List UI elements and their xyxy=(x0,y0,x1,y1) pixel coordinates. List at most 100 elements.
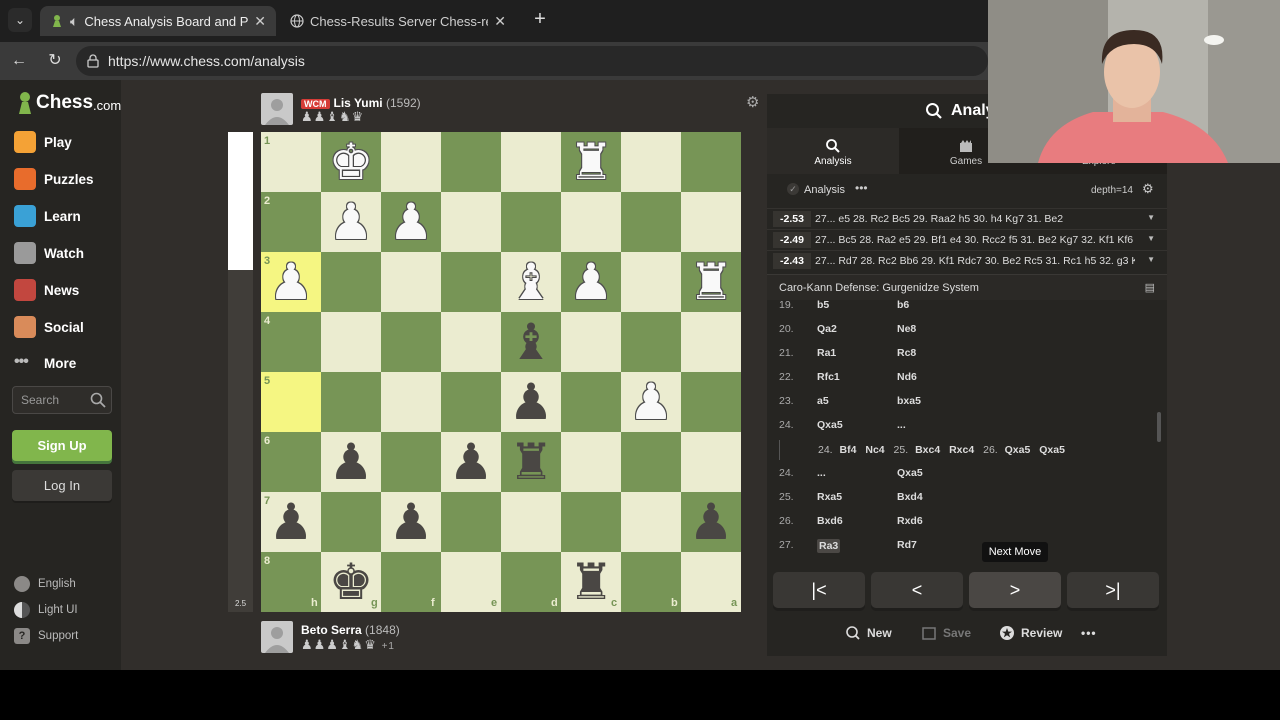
square-f4[interactable] xyxy=(381,312,441,372)
reload-icon[interactable]: ↻ xyxy=(44,50,66,72)
black-pawn-piece[interactable]: ♟ xyxy=(501,372,561,432)
black-bishop-piece[interactable]: ♝ xyxy=(501,312,561,372)
nav-more[interactable]: ••• More xyxy=(14,350,76,376)
white-pawn-piece[interactable]: ♟ xyxy=(381,192,441,252)
engine-settings-gear-icon[interactable]: ⚙ xyxy=(1142,181,1154,197)
square-b1[interactable] xyxy=(621,132,681,192)
square-d7[interactable] xyxy=(501,492,561,552)
variation-move[interactable]: Rxc4 xyxy=(949,444,977,456)
player-name[interactable]: Lis Yumi xyxy=(334,96,383,110)
square-b7[interactable] xyxy=(621,492,681,552)
chesscom-logo[interactable]: Chess .com xyxy=(16,90,121,116)
white-move[interactable]: Qa2 xyxy=(817,323,837,335)
white-pawn-piece[interactable]: ♟ xyxy=(621,372,681,432)
close-tab-icon[interactable]: ✕ xyxy=(254,13,266,30)
variation-move[interactable]: Qxa5 xyxy=(1039,444,1065,456)
square-g5[interactable] xyxy=(321,372,381,432)
light-ui-toggle[interactable]: Light UI xyxy=(14,601,78,619)
square-f6[interactable] xyxy=(381,432,441,492)
square-b4[interactable] xyxy=(621,312,681,372)
square-d2[interactable] xyxy=(501,192,561,252)
black-pawn-piece[interactable]: ♟ xyxy=(261,492,321,552)
chevron-down-icon[interactable]: ▼ xyxy=(1147,213,1155,222)
black-move[interactable]: Rxd6 xyxy=(897,515,923,527)
back-icon[interactable]: ← xyxy=(8,50,30,72)
engine-line[interactable]: -2.49 27... Bc5 28. Ra2 e5 29. Bf1 e4 30.… xyxy=(767,229,1167,250)
square-e5[interactable] xyxy=(441,372,501,432)
chevron-down-icon[interactable]: ▼ xyxy=(1147,234,1155,243)
square-a1[interactable] xyxy=(681,132,741,192)
white-move[interactable]: b5 xyxy=(817,300,829,311)
new-button[interactable]: New xyxy=(845,624,892,642)
black-pawn-piece[interactable]: ♟ xyxy=(681,492,741,552)
black-move[interactable]: Rd7 xyxy=(897,539,917,551)
chevron-down-icon[interactable]: ▼ xyxy=(1147,255,1155,264)
url-field[interactable]: https://www.chess.com/analysis xyxy=(76,46,988,76)
engine-line[interactable]: -2.53 27... e5 28. Rc2 Bc5 29. Raa2 h5 30… xyxy=(767,208,1167,229)
square-c2[interactable] xyxy=(561,192,621,252)
tab-chess-results[interactable]: Chess-Results Server Chess-results ✕ xyxy=(280,6,516,36)
nav-play[interactable]: Play xyxy=(14,129,72,155)
avatar[interactable] xyxy=(261,93,293,125)
square-g7[interactable] xyxy=(321,492,381,552)
move-list-scrollbar[interactable] xyxy=(1157,412,1161,442)
sign-up-button[interactable]: Sign Up xyxy=(12,430,112,461)
white-pawn-piece[interactable]: ♟ xyxy=(321,192,381,252)
white-move[interactable]: a5 xyxy=(817,395,829,407)
new-tab-icon[interactable]: + xyxy=(528,8,552,32)
white-bishop-piece[interactable]: ♝ xyxy=(501,252,561,312)
engine-options-dots-icon[interactable]: ••• xyxy=(855,181,868,195)
black-move[interactable]: b6 xyxy=(897,300,909,311)
language-link[interactable]: English xyxy=(14,575,76,593)
opening-book-icon[interactable]: ▤ xyxy=(1145,275,1155,301)
black-move[interactable]: Nd6 xyxy=(897,371,917,383)
avatar[interactable] xyxy=(261,621,293,653)
square-d1[interactable] xyxy=(501,132,561,192)
square-c6[interactable] xyxy=(561,432,621,492)
black-rook-piece[interactable]: ♜ xyxy=(561,552,621,612)
player-name[interactable]: Beto Serra xyxy=(301,623,362,637)
white-pawn-piece[interactable]: ♟ xyxy=(561,252,621,312)
black-pawn-piece[interactable]: ♟ xyxy=(441,432,501,492)
first-move-button[interactable]: |< xyxy=(773,572,865,608)
black-move[interactable]: bxa5 xyxy=(897,395,921,407)
tab-chess-analysis[interactable]: 🔈︎ Chess Analysis Board and PGN ✕ xyxy=(40,6,276,36)
black-rook-piece[interactable]: ♜ xyxy=(501,432,561,492)
square-a6[interactable] xyxy=(681,432,741,492)
black-king-piece[interactable]: ♚ xyxy=(321,552,381,612)
previous-move-button[interactable]: < xyxy=(871,572,963,608)
square-e2[interactable] xyxy=(441,192,501,252)
white-pawn-piece[interactable]: ♟ xyxy=(261,252,321,312)
white-king-piece[interactable]: ♚ xyxy=(321,132,381,192)
white-move[interactable]: Bxd6 xyxy=(817,515,843,527)
square-e7[interactable] xyxy=(441,492,501,552)
nav-news[interactable]: News xyxy=(14,277,79,303)
square-e1[interactable] xyxy=(441,132,501,192)
square-g3[interactable] xyxy=(321,252,381,312)
square-a4[interactable] xyxy=(681,312,741,372)
square-c7[interactable] xyxy=(561,492,621,552)
black-move[interactable]: Rc8 xyxy=(897,347,916,359)
next-move-button[interactable]: > xyxy=(969,572,1061,608)
support-link[interactable]: ? Support xyxy=(14,627,78,645)
black-move[interactable]: ... xyxy=(897,419,906,431)
nav-social[interactable]: Social xyxy=(14,314,84,340)
more-options-dots-icon[interactable]: ••• xyxy=(1081,624,1097,642)
engine-toggle-checkbox[interactable]: ✓ xyxy=(787,183,799,195)
square-e4[interactable] xyxy=(441,312,501,372)
nav-puzzles[interactable]: Puzzles xyxy=(14,166,94,192)
log-in-button[interactable]: Log In xyxy=(12,470,112,501)
white-move[interactable]: Rxa5 xyxy=(817,491,842,503)
board-settings-gear-icon[interactable]: ⚙ xyxy=(746,93,762,111)
nav-watch[interactable]: Watch xyxy=(14,240,84,266)
black-move[interactable]: Qxa5 xyxy=(897,467,923,479)
square-c4[interactable] xyxy=(561,312,621,372)
square-e3[interactable] xyxy=(441,252,501,312)
review-button[interactable]: Review xyxy=(999,624,1062,642)
square-f5[interactable] xyxy=(381,372,441,432)
square-f3[interactable] xyxy=(381,252,441,312)
white-move[interactable]: Qxa5 xyxy=(817,419,843,431)
variation-move[interactable]: Bf4 xyxy=(840,444,860,456)
white-rook-piece[interactable]: ♜ xyxy=(561,132,621,192)
square-a5[interactable] xyxy=(681,372,741,432)
